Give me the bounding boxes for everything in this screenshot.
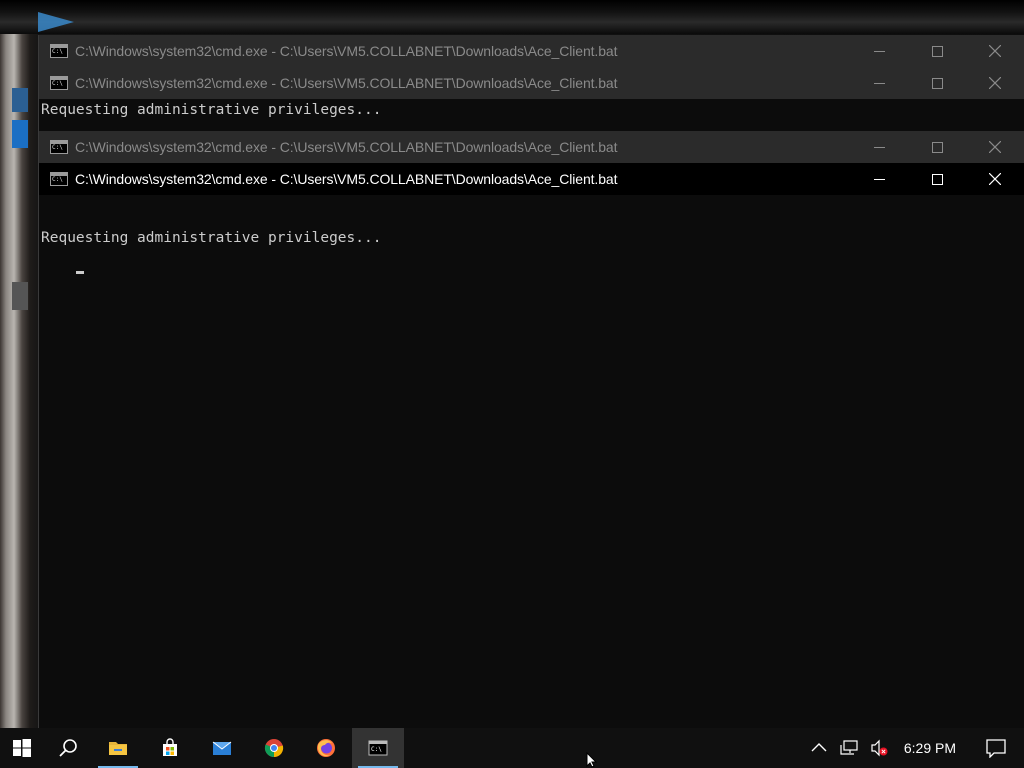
background-window-edge: [12, 282, 28, 310]
mail-icon: [212, 741, 232, 755]
file-explorer-button[interactable]: [92, 728, 144, 768]
cmd-button[interactable]: C:\: [352, 728, 404, 768]
cmd-icon: [50, 76, 68, 90]
action-center-button[interactable]: [968, 728, 1024, 768]
close-button[interactable]: [966, 67, 1024, 99]
minimize-icon: [873, 82, 885, 84]
close-icon: [989, 173, 1001, 185]
maximize-icon: [931, 45, 943, 57]
background-window-edge: [12, 88, 28, 112]
maximize-button[interactable]: [908, 163, 966, 195]
window-titlebar[interactable]: C:\Windows\system32\cmd.exe - C:\Users\V…: [39, 67, 1024, 99]
minimize-icon: [873, 50, 885, 52]
window-title: C:\Windows\system32\cmd.exe - C:\Users\V…: [75, 75, 618, 91]
volume-button[interactable]: [864, 728, 894, 768]
cmd-icon: C:\: [368, 740, 388, 756]
mail-button[interactable]: [196, 728, 248, 768]
chrome-icon: [264, 739, 284, 758]
folder-icon: [109, 742, 127, 755]
cmd-window-active[interactable]: C:\Windows\system32\cmd.exe - C:\Users\V…: [38, 163, 1024, 728]
network-button[interactable]: [834, 728, 864, 768]
console-output[interactable]: Requesting administrative privileges...: [39, 99, 1024, 118]
desktop-shortcut-arrow-icon: [38, 12, 74, 32]
close-button[interactable]: [966, 35, 1024, 67]
minimize-button[interactable]: [850, 67, 908, 99]
firefox-icon: [317, 739, 335, 757]
maximize-icon: [931, 173, 943, 185]
svg-text:C:\: C:\: [371, 746, 382, 753]
window-title: C:\Windows\system32\cmd.exe - C:\Users\V…: [75, 171, 618, 187]
mouse-pointer-icon: [586, 752, 598, 768]
text-cursor: [75, 271, 84, 274]
close-button[interactable]: [966, 163, 1024, 195]
minimize-icon: [873, 178, 885, 180]
chrome-button[interactable]: [248, 728, 300, 768]
window-title: C:\Windows\system32\cmd.exe - C:\Users\V…: [75, 139, 618, 155]
system-tray: 6:29 PM: [804, 728, 1024, 768]
minimize-button[interactable]: [850, 35, 908, 67]
maximize-button[interactable]: [908, 131, 966, 163]
action-center-icon: [986, 739, 1006, 758]
minimize-icon: [873, 146, 885, 148]
store-button[interactable]: [144, 728, 196, 768]
search-button[interactable]: [44, 728, 92, 768]
search-icon: [59, 739, 77, 757]
cmd-window-2[interactable]: C:\Windows\system32\cmd.exe - C:\Users\V…: [38, 67, 1024, 131]
window-title: C:\Windows\system32\cmd.exe - C:\Users\V…: [75, 43, 618, 59]
minimize-button[interactable]: [850, 131, 908, 163]
cmd-icon: [50, 140, 68, 154]
background-window-edge: [12, 120, 28, 148]
volume-muted-icon: [871, 739, 888, 757]
maximize-button[interactable]: [908, 35, 966, 67]
close-button[interactable]: [966, 131, 1024, 163]
show-hidden-icons-button[interactable]: [804, 728, 834, 768]
maximize-button[interactable]: [908, 67, 966, 99]
console-line: Requesting administrative privileges...: [41, 102, 382, 118]
windows-logo-icon: [13, 739, 31, 757]
maximize-icon: [931, 141, 943, 153]
taskbar: C:\ 6:29 PM: [0, 728, 1024, 768]
console-line: Requesting administrative privileges...: [41, 230, 382, 246]
maximize-icon: [931, 77, 943, 89]
window-titlebar[interactable]: C:\Windows\system32\cmd.exe - C:\Users\V…: [39, 131, 1024, 163]
cmd-window-3[interactable]: C:\Windows\system32\cmd.exe - C:\Users\V…: [38, 131, 1024, 165]
firefox-button[interactable]: [300, 728, 352, 768]
store-icon: [163, 738, 177, 756]
desktop-background-strip: [0, 0, 1024, 34]
console-output[interactable]: Requesting administrative privileges...: [39, 195, 1024, 294]
start-button[interactable]: [0, 728, 44, 768]
minimize-button[interactable]: [850, 163, 908, 195]
close-icon: [989, 141, 1001, 153]
cmd-icon: [50, 172, 68, 186]
cmd-icon: [50, 44, 68, 58]
close-icon: [989, 45, 1001, 57]
chevron-up-icon: [811, 743, 827, 752]
window-titlebar[interactable]: C:\Windows\system32\cmd.exe - C:\Users\V…: [39, 35, 1024, 67]
window-titlebar[interactable]: C:\Windows\system32\cmd.exe - C:\Users\V…: [39, 163, 1024, 195]
clock[interactable]: 6:29 PM: [894, 728, 968, 768]
network-icon: [840, 740, 858, 755]
close-icon: [989, 77, 1001, 89]
